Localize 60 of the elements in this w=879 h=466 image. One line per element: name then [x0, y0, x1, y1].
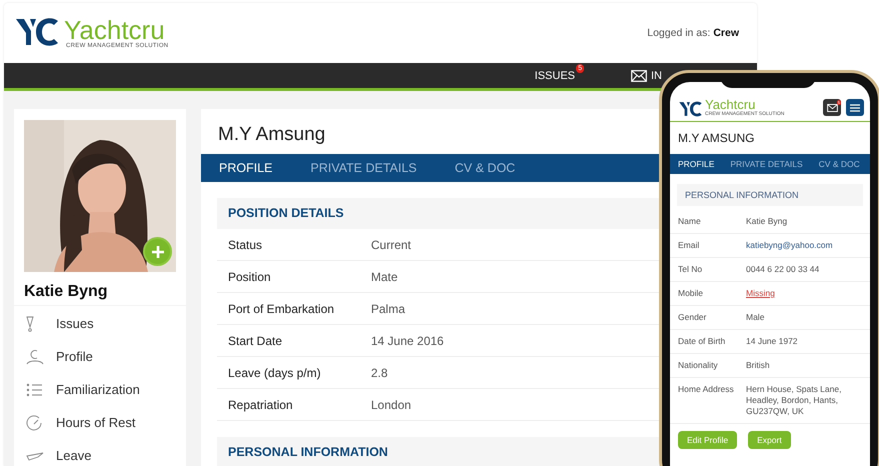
tab[interactable]: PRIVATE DETAILS — [730, 159, 803, 169]
email-link[interactable]: katiebyng@yahoo.com — [746, 240, 833, 251]
field-label: Status — [228, 238, 264, 252]
field-value: London — [371, 398, 412, 412]
user-name: Crew — [713, 27, 739, 39]
field-label: Start Date — [228, 334, 284, 348]
sidebar-item[interactable]: Profile — [56, 349, 93, 364]
vessel-title: M.Y Amsung — [218, 124, 326, 145]
field-value: Hern House, Spats Lane, Headley, Bordon, Hants, GU237QW, UK — [746, 384, 842, 417]
field-label: Home Address — [678, 384, 735, 396]
field-label: Position — [228, 270, 272, 284]
exclamation-icon — [26, 316, 34, 332]
missing-link[interactable]: Missing — [746, 288, 775, 299]
nav-link[interactable]: IN — [651, 70, 662, 82]
plane-icon — [26, 450, 44, 460]
field-value: British — [746, 360, 771, 371]
field-label: Repatriation — [228, 398, 294, 412]
tab[interactable]: PROFILE — [678, 159, 714, 169]
profile-name: Katie Byng — [24, 283, 109, 301]
tab[interactable]: CV & DOC — [454, 161, 516, 175]
tab[interactable]: PROFILE — [219, 161, 272, 175]
sidebar-item[interactable]: Leave — [56, 448, 92, 463]
field-label: Nationality — [678, 360, 719, 371]
field-label: Tel No — [678, 264, 704, 275]
field-value: Mate — [371, 270, 398, 284]
login-label: Logged in as: — [647, 27, 710, 39]
envelope-icon — [826, 104, 838, 112]
vessel-title: M.Y AMSUNG — [677, 130, 756, 147]
menu-button[interactable] — [846, 99, 864, 116]
field-value: 2.8 — [371, 366, 388, 380]
envelope-icon[interactable] — [631, 70, 647, 82]
person-icon — [26, 348, 44, 364]
field-label: Mobile — [678, 288, 704, 299]
field-label: Leave (days p/m) — [228, 366, 322, 380]
logo-icon — [679, 101, 703, 117]
nav-link[interactable]: ISSUES — [534, 70, 575, 82]
field-value: 14 June 1972 — [746, 336, 799, 347]
field-label: Gender — [678, 312, 708, 323]
sidebar-item[interactable]: Hours of Rest — [56, 415, 136, 430]
sidebar-item[interactable]: Issues — [56, 316, 94, 331]
list-icon — [26, 382, 43, 396]
sidebar-item[interactable]: Familiarization — [56, 382, 140, 397]
logo-icon — [16, 17, 60, 47]
field-value: Male — [746, 312, 766, 323]
plus-icon — [150, 244, 164, 258]
field-label: Name — [678, 216, 702, 227]
tab[interactable]: PRIVATE DETAILS — [310, 161, 417, 175]
field-label: Email — [678, 240, 700, 251]
field-value: 0044 6 22 00 33 44 — [746, 264, 820, 275]
section-header: PERSONAL INFORMATION — [677, 184, 863, 206]
menu-icon — [850, 104, 860, 112]
field-label: Port of Embarkation — [228, 302, 336, 316]
field-value: Palma — [371, 302, 406, 316]
tab[interactable]: CV & DOC — [818, 159, 860, 169]
clock-icon — [26, 414, 42, 430]
field-value: 14 June 2016 — [371, 334, 444, 348]
logo-name: Yachtcru — [705, 98, 756, 111]
field-value: Current — [371, 238, 412, 252]
field-label: Date of Birth — [678, 336, 726, 347]
logo-name: Yachtcru — [64, 17, 165, 43]
